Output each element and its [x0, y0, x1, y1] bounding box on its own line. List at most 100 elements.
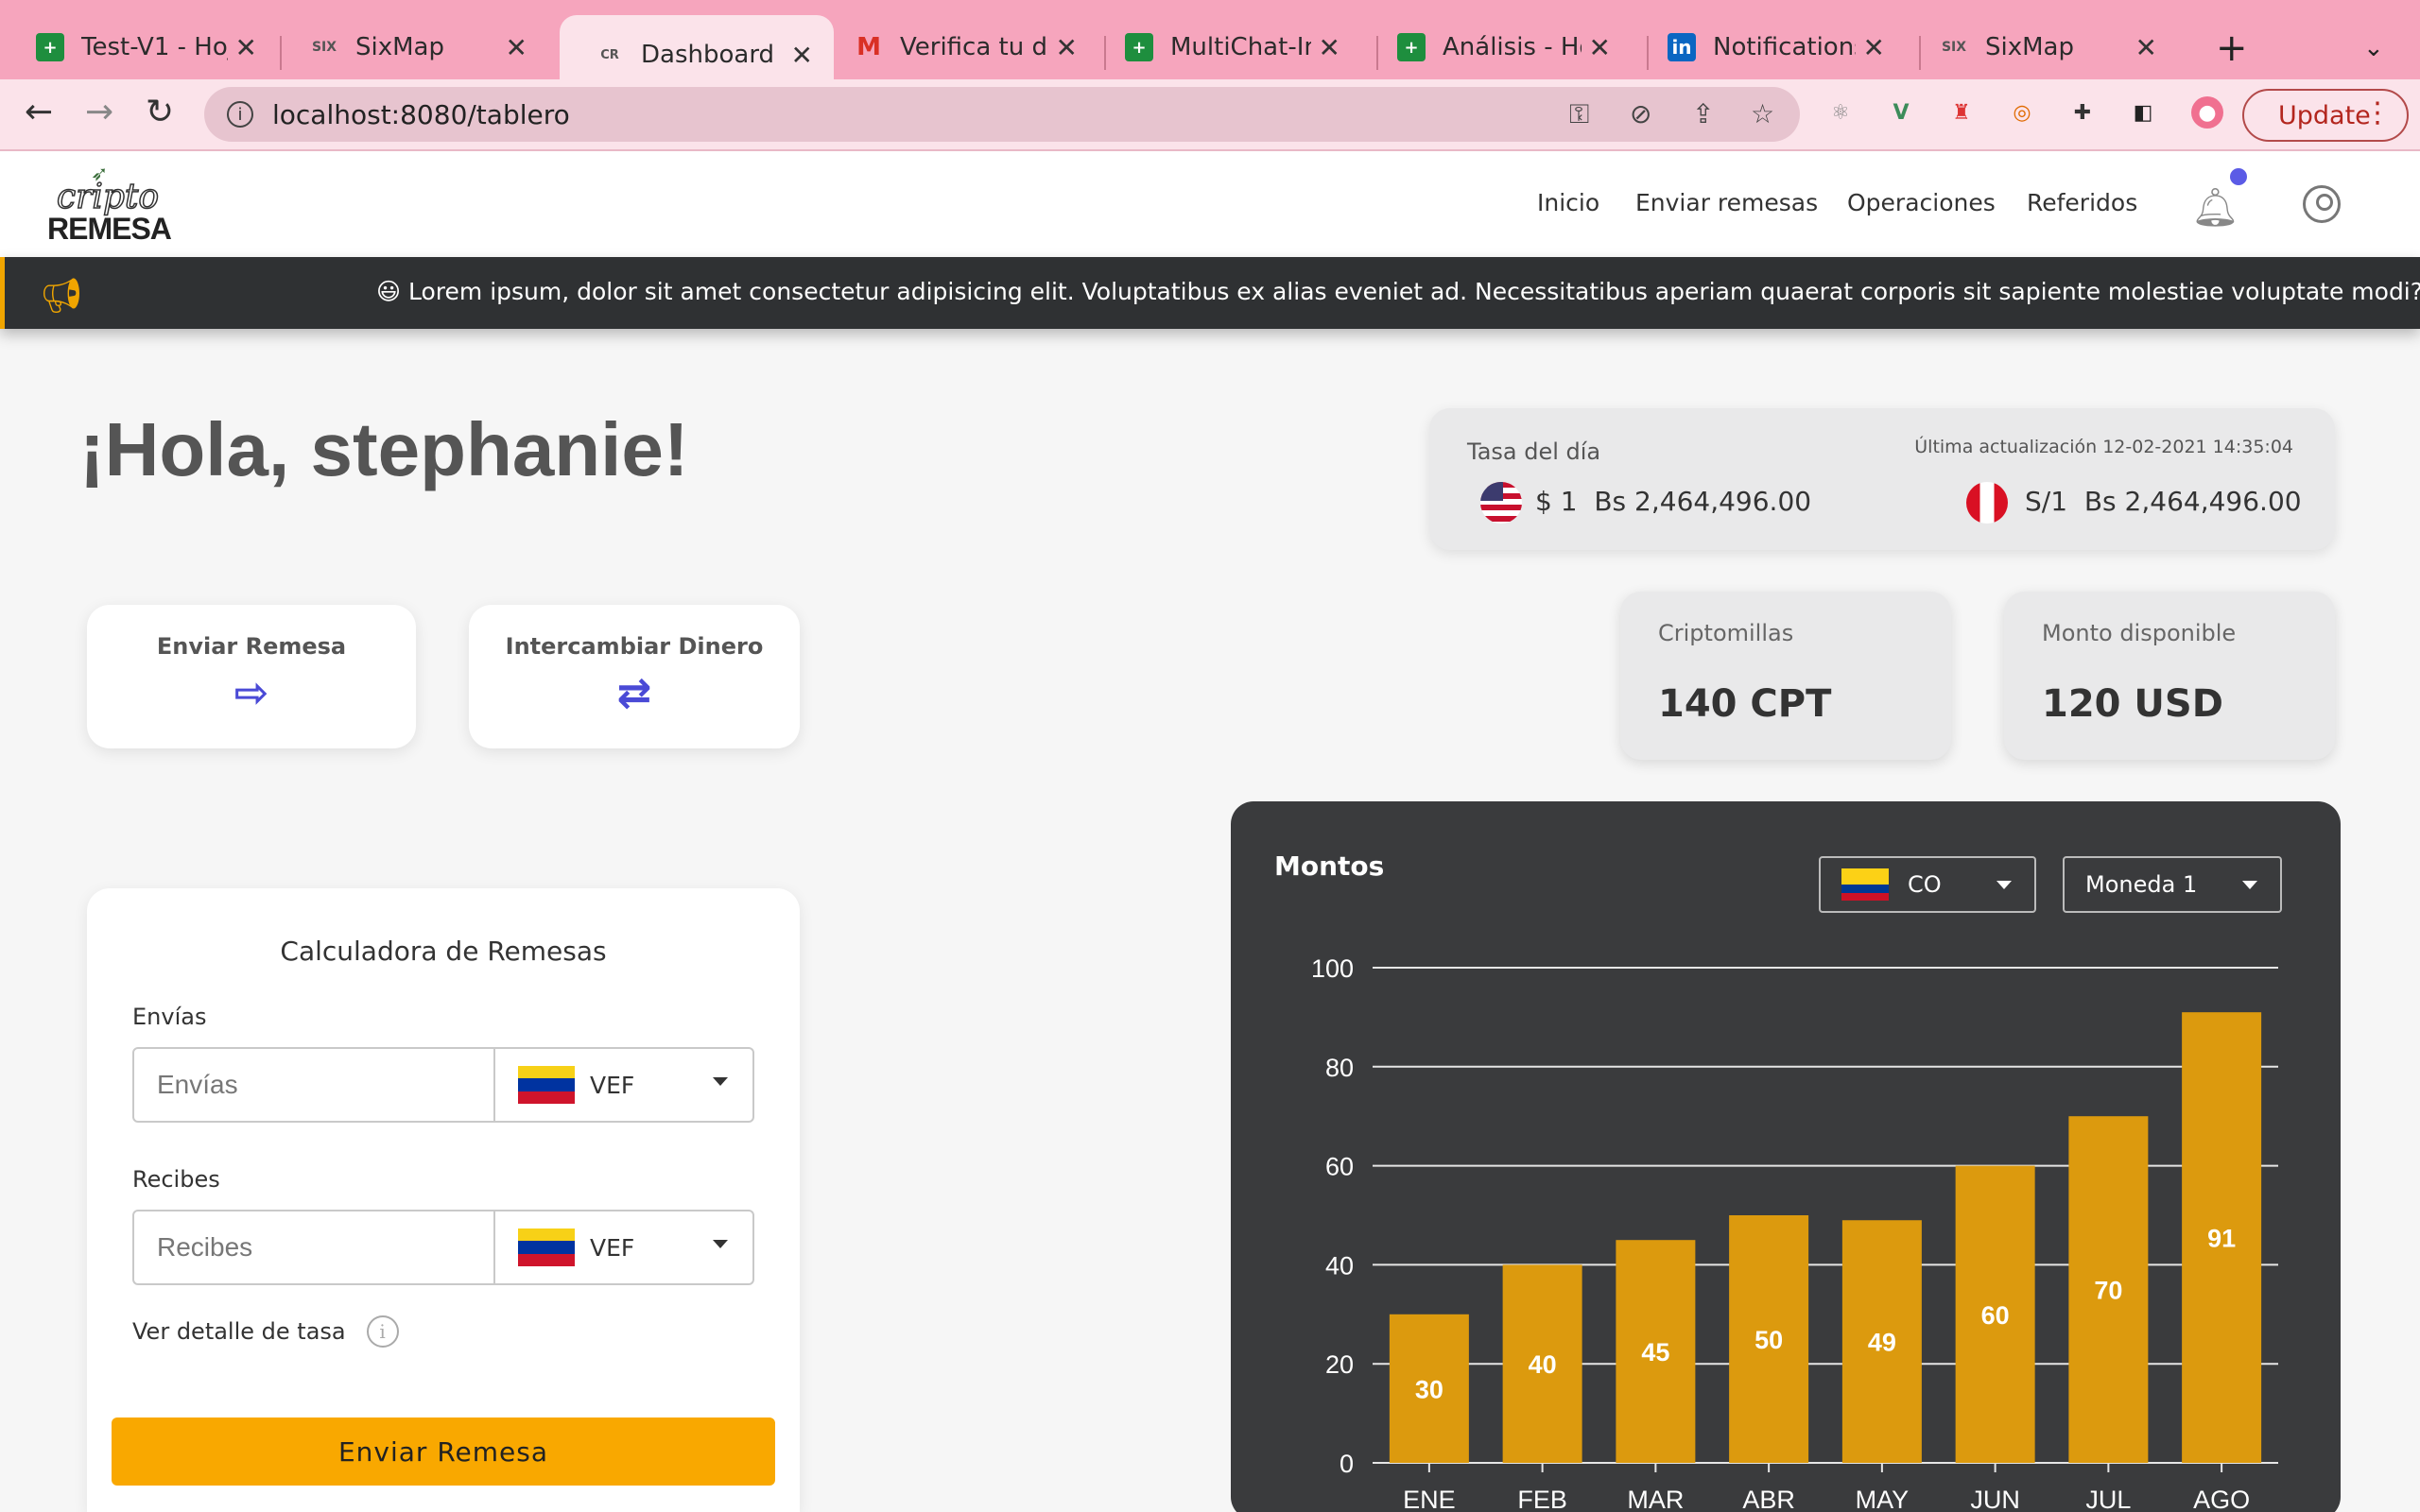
- site-info-icon[interactable]: i: [227, 101, 253, 128]
- smiley-icon: 😃: [376, 278, 402, 305]
- logo-bottom-text: REMESA: [47, 212, 172, 246]
- close-icon[interactable]: ✕: [1056, 32, 1078, 63]
- extension-icon[interactable]: ◎: [2006, 96, 2038, 129]
- y-tick-label: 60: [1325, 1153, 1354, 1181]
- us-flag-icon: [1480, 482, 1522, 524]
- receive-amount-input[interactable]: [134, 1211, 495, 1283]
- sixmap-icon: SIX: [311, 40, 337, 55]
- browser-tab[interactable]: + MultiChat-Inicio ✕: [1089, 15, 1361, 79]
- tab-title: Dashboard | Cripto Remesa: [641, 41, 784, 69]
- browser-toolbar: ← → ↻ i localhost:8080/tablero ⚿ ⊘ ⇪ ☆ ⚛…: [0, 79, 2420, 151]
- browser-tab[interactable]: + Test-V1 - Hoja de cálculo ✕: [0, 15, 278, 79]
- receive-field-group: VEF: [132, 1210, 754, 1285]
- nav-link-referidos[interactable]: Referidos: [2027, 189, 2137, 216]
- close-icon[interactable]: ✕: [235, 32, 257, 63]
- info-icon[interactable]: i: [366, 1315, 399, 1348]
- close-icon[interactable]: ✕: [1589, 32, 1611, 63]
- x-tick-label: FEB: [1517, 1486, 1567, 1512]
- bookmark-star-icon[interactable]: ☆: [1751, 98, 1774, 129]
- browser-tab[interactable]: in Notifications | LinkedIn ✕: [1632, 15, 1906, 79]
- profile-avatar[interactable]: ●: [2191, 96, 2223, 129]
- send-remittance-card[interactable]: Enviar Remesa ⇨: [87, 605, 416, 748]
- kebab-menu-icon[interactable]: ⋮: [2363, 96, 2392, 130]
- address-bar[interactable]: i localhost:8080/tablero: [204, 87, 1800, 142]
- close-icon[interactable]: ✕: [2135, 32, 2157, 63]
- bar-value-label: 60: [1981, 1301, 2010, 1330]
- peru-flag-icon: [1966, 482, 2008, 524]
- exchange-money-label: Intercambiar Dinero: [505, 633, 764, 660]
- eye-off-icon[interactable]: ⊘: [1630, 98, 1651, 129]
- close-icon[interactable]: ✕: [791, 40, 813, 71]
- cryptomiles-label: Criptomillas: [1658, 620, 1794, 646]
- share-icon[interactable]: ⇪: [1692, 98, 1714, 129]
- close-icon[interactable]: ✕: [506, 32, 527, 63]
- cryptomiles-value: 140 CPT: [1658, 682, 1832, 726]
- rate-detail-link[interactable]: Ver detalle de tasa i: [132, 1315, 399, 1348]
- exchange-arrows-icon: ⇄: [616, 669, 652, 717]
- nav-link-operaciones[interactable]: Operaciones: [1847, 189, 1996, 216]
- balance-value: 120 USD: [2042, 682, 2223, 726]
- remittance-calculator: Calculadora de Remesas Envías VEF Recibe…: [87, 888, 800, 1512]
- exchange-money-card[interactable]: Intercambiar Dinero ⇄: [469, 605, 800, 748]
- forward-arrow-icon[interactable]: →: [85, 93, 113, 131]
- logo[interactable]: ➶ cripto REMESA: [47, 163, 172, 249]
- venezuela-flag-icon: [518, 1228, 575, 1266]
- announcement-bar: 📢︎ 😃 Lorem ipsum, dolor sit amet consect…: [0, 257, 2420, 329]
- gmail-icon: M: [856, 33, 881, 61]
- nav-link-enviar-remesas[interactable]: Enviar remesas: [1635, 189, 1818, 216]
- x-tick-label: ABR: [1742, 1486, 1795, 1512]
- x-tick-label: ENE: [1403, 1486, 1456, 1512]
- bell-icon[interactable]: 🔔︎: [2191, 185, 2239, 230]
- receive-currency-select[interactable]: VEF: [495, 1211, 752, 1283]
- send-amount-input[interactable]: [134, 1049, 495, 1121]
- react-devtools-icon[interactable]: ⚛: [1824, 96, 1857, 129]
- extensions-puzzle-icon[interactable]: ✚: [2066, 96, 2099, 129]
- venezuela-flag-icon: [518, 1066, 575, 1104]
- logo-top-text: cripto: [56, 177, 160, 217]
- tab-title: SixMap: [355, 33, 444, 61]
- app-header: ➶ cripto REMESA Inicio Enviar remesas Op…: [0, 151, 2420, 257]
- x-tick-label: AGO: [2193, 1486, 2250, 1512]
- reload-icon[interactable]: ↻: [146, 93, 174, 131]
- browser-tab[interactable]: SIX SixMap ✕: [1904, 15, 2178, 79]
- pen-value: Bs 2,464,496.00: [2083, 486, 2302, 517]
- chevron-down-icon[interactable]: ⌄: [2363, 34, 2384, 62]
- key-icon[interactable]: ⚿: [1569, 98, 1589, 130]
- browser-tab[interactable]: M Verifica tu dirección ✕: [819, 15, 1098, 79]
- send-remittance-label: Enviar Remesa: [156, 633, 347, 660]
- tab-title: Verifica tu dirección: [900, 33, 1048, 61]
- send-currency-select[interactable]: VEF: [495, 1049, 752, 1121]
- close-icon[interactable]: ✕: [1863, 32, 1885, 63]
- send-remittance-button[interactable]: Enviar Remesa: [112, 1418, 775, 1486]
- nav-link-inicio[interactable]: Inicio: [1537, 189, 1599, 216]
- new-tab-icon[interactable]: +: [2216, 26, 2248, 70]
- megaphone-icon: 📢︎: [40, 277, 83, 316]
- browser-tab[interactable]: + Análisis - Hoja de cálculo ✕: [1361, 15, 1632, 79]
- user-avatar-icon[interactable]: [2303, 185, 2341, 223]
- country-select[interactable]: CO: [1819, 856, 2036, 913]
- linkedin-icon: in: [1668, 33, 1696, 61]
- browser-tab[interactable]: SIX SixMap ✕: [274, 15, 548, 79]
- amounts-chart-card: 0 20 40 60 80 100 30 ENE 40 FEB 45 MAR 50 ABR 49 MAY 60…: [1231, 801, 2341, 1512]
- side-panel-icon[interactable]: ◧: [2127, 96, 2159, 129]
- vue-devtools-icon[interactable]: V: [1885, 96, 1917, 129]
- sheets-icon: +: [36, 33, 64, 61]
- pen-rate: S/1 Bs 2,464,496.00: [2025, 486, 2302, 517]
- currency-select[interactable]: Moneda 1: [2063, 856, 2282, 913]
- balance-card: Monto disponible 120 USD: [2004, 592, 2335, 760]
- caret-down-icon: [713, 1240, 728, 1248]
- y-tick-label: 0: [1340, 1450, 1354, 1478]
- update-button[interactable]: Update ⋮: [2242, 89, 2409, 142]
- calculator-title: Calculadora de Remesas: [280, 936, 607, 967]
- x-tick-label: MAY: [1856, 1486, 1910, 1512]
- usd-rate: $ 1 Bs 2,464,496.00: [1535, 486, 1811, 517]
- balance-label: Monto disponible: [2042, 620, 2237, 646]
- country-value: CO: [1908, 871, 1942, 898]
- usd-label: $ 1: [1535, 486, 1578, 517]
- close-icon[interactable]: ✕: [1319, 32, 1340, 63]
- tab-title: Análisis - Hoja de cálculo: [1443, 33, 1582, 61]
- y-tick-label: 20: [1325, 1350, 1354, 1379]
- extension-icon[interactable]: ♜: [1945, 96, 1978, 129]
- back-arrow-icon[interactable]: ←: [25, 93, 53, 131]
- tab-title: MultiChat-Inicio: [1170, 33, 1311, 61]
